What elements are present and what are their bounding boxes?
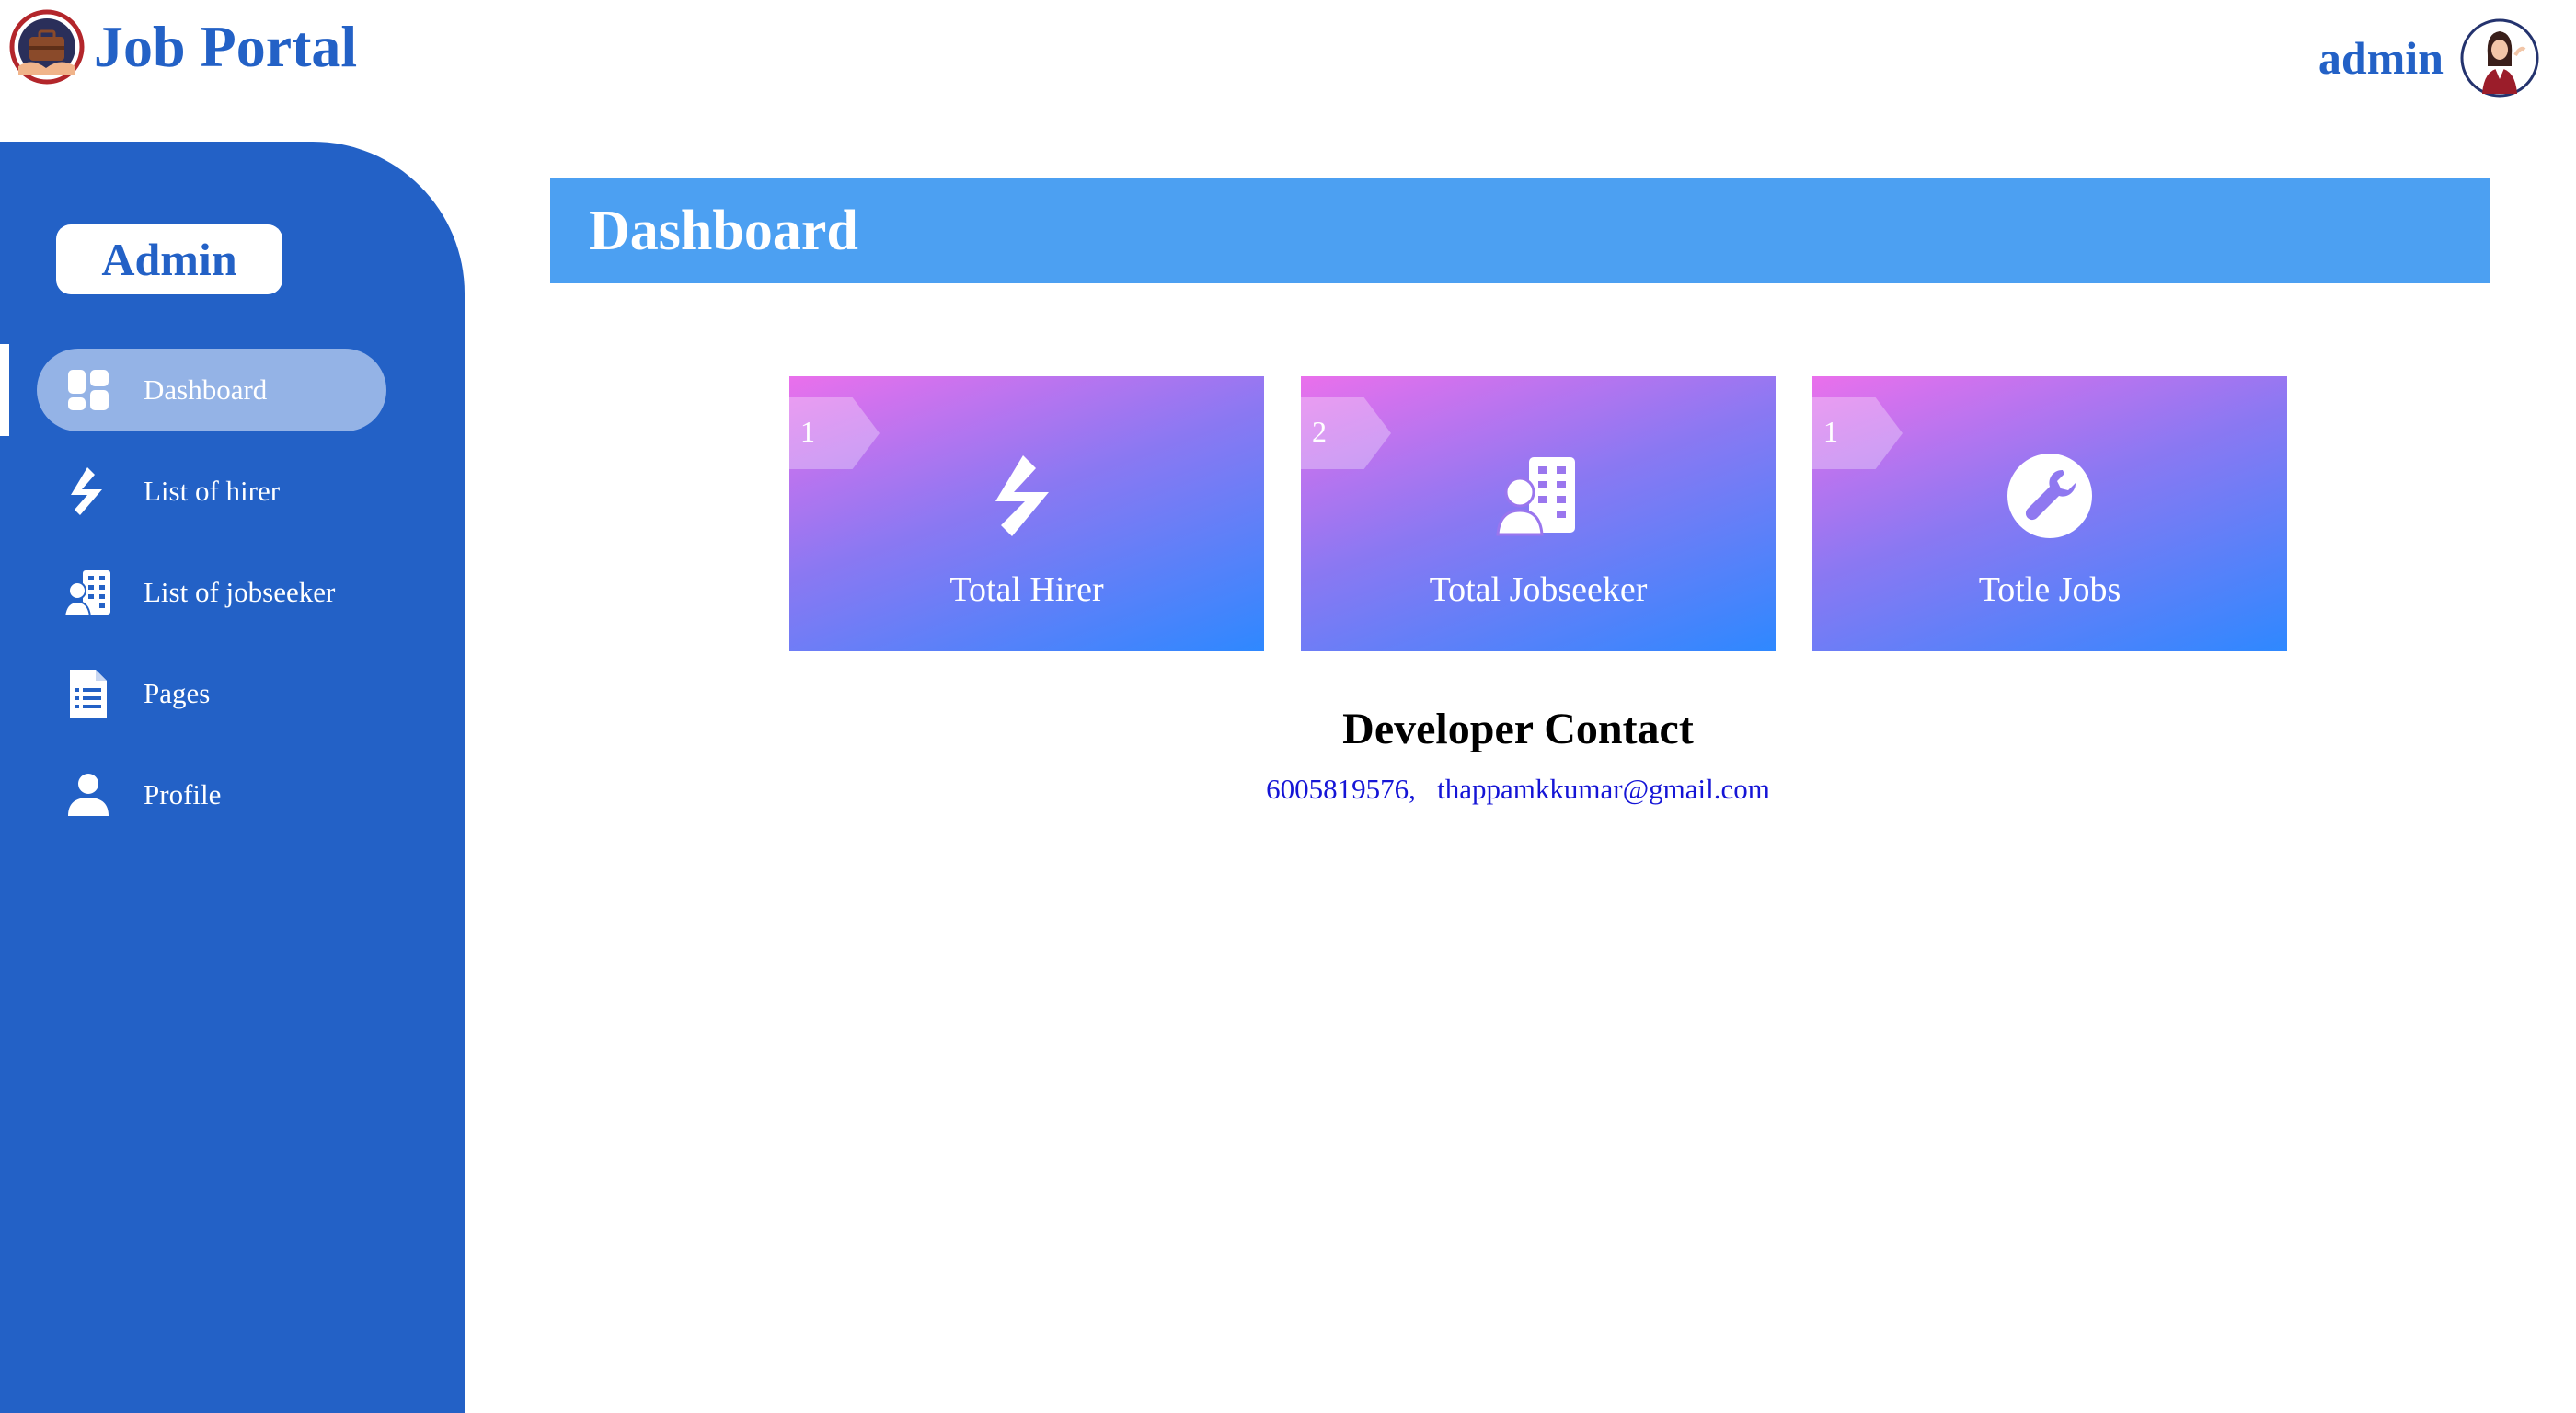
admin-badge: Admin — [56, 224, 282, 294]
document-list-icon — [61, 666, 116, 721]
page-title: Dashboard — [589, 199, 858, 262]
wrench-icon — [2007, 454, 2092, 538]
sidebar-item-label: List of jobseeker — [144, 576, 336, 608]
card-label: Totle Jobs — [1978, 570, 2122, 609]
sidebar-item-list-of-jobseeker[interactable]: List of jobseeker — [37, 551, 386, 634]
developer-contact-line: 6005819576, thappamkkumar@gmail.com — [1150, 773, 1886, 806]
developer-email-link[interactable]: thappamkkumar@gmail.com — [1437, 773, 1770, 805]
card-count: 1 — [800, 415, 815, 448]
sidebar-item-label: List of hirer — [144, 475, 281, 507]
user-menu[interactable]: admin — [2318, 18, 2539, 98]
sidebar-item-pages[interactable]: Pages — [37, 652, 386, 735]
developer-phone-link[interactable]: 6005819576 — [1266, 773, 1409, 805]
briefcase-logo-icon — [9, 9, 85, 85]
dashboard-grid-icon — [61, 362, 116, 418]
user-icon — [61, 767, 116, 822]
brand-title: Job Portal — [94, 14, 358, 79]
developer-contact-title: Developer Contact — [1342, 705, 1694, 753]
contact-separator: , — [1409, 773, 1416, 805]
stat-card-total-jobseeker[interactable]: 2 Total Jobseeker — [1301, 376, 1776, 651]
card-count: 2 — [1312, 415, 1327, 448]
card-label: Total Jobseeker — [1429, 570, 1648, 609]
sidebar-item-label: Dashboard — [144, 373, 268, 406]
building-user-icon — [1496, 457, 1575, 536]
toptal-icon — [61, 464, 116, 519]
sidebar-item-label: Profile — [144, 778, 222, 810]
active-indicator — [0, 344, 9, 436]
sidebar-item-list-of-hirer[interactable]: List of hirer — [37, 450, 386, 533]
card-label: Total Hirer — [949, 570, 1104, 609]
stat-card-total-hirer[interactable]: 1 Total Hirer — [789, 376, 1264, 651]
user-name: admin — [2317, 32, 2444, 84]
sidebar: Admin Dashboard List of hirer List of jo… — [0, 142, 465, 1413]
sidebar-item-dashboard[interactable]: Dashboard — [37, 349, 386, 431]
card-count: 1 — [1823, 415, 1838, 448]
toptal-icon — [995, 455, 1049, 536]
page-header: Dashboard — [550, 178, 2490, 283]
avatar[interactable] — [2460, 18, 2539, 98]
sidebar-item-profile[interactable]: Profile — [37, 753, 386, 836]
brand[interactable]: Job Portal — [9, 9, 357, 85]
sidebar-item-label: Pages — [144, 677, 211, 709]
building-user-icon — [61, 565, 116, 620]
stat-card-total-jobs[interactable]: 1 Totle Jobs — [1812, 376, 2287, 651]
